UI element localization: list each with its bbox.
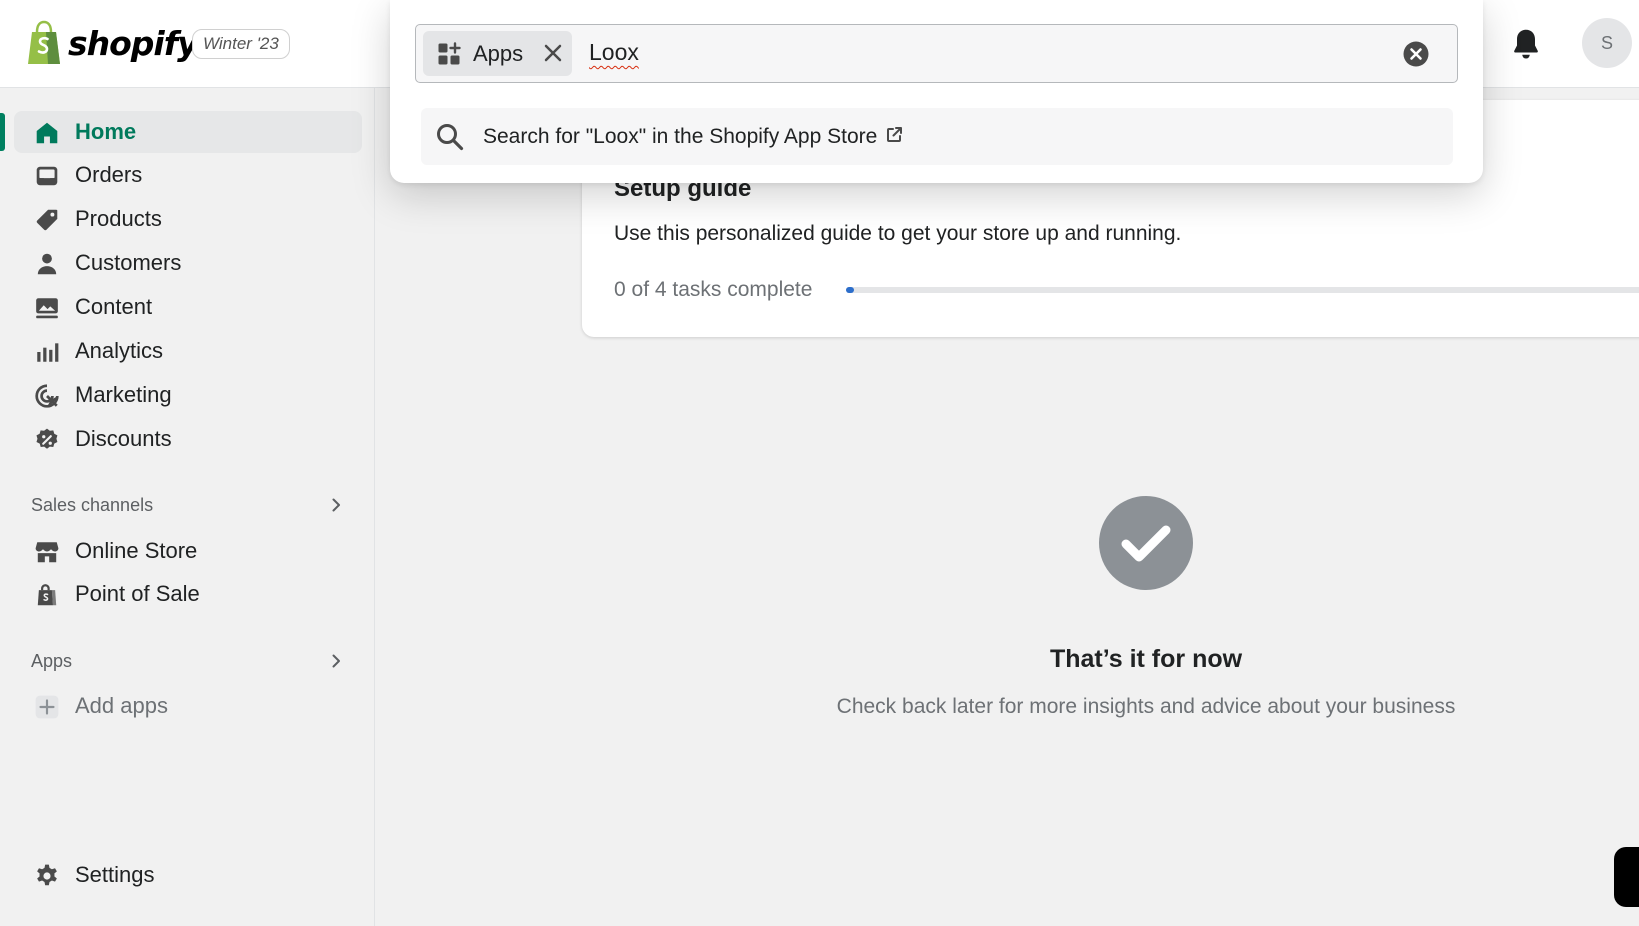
chevron-right-icon[interactable] bbox=[326, 495, 346, 515]
close-icon[interactable] bbox=[541, 41, 565, 65]
progress-fill bbox=[846, 287, 855, 293]
sales-channels-header[interactable]: Sales channels bbox=[31, 490, 346, 520]
sidebar-item-marketing[interactable]: Marketing bbox=[14, 374, 362, 416]
sidebar-item-label: Products bbox=[75, 206, 162, 231]
sidebar-item-label: Marketing bbox=[75, 382, 172, 407]
sidebar-item-label: Settings bbox=[75, 862, 155, 887]
section-label: Sales channels bbox=[31, 494, 154, 515]
clear-search-icon[interactable] bbox=[1402, 40, 1430, 68]
search-dropdown: Apps Loox Search for "Loox" in the Shopi… bbox=[390, 0, 1483, 183]
brand-wordmark: shopify bbox=[68, 23, 199, 63]
checkmark-icon bbox=[1121, 525, 1171, 562]
sidebar-item-content[interactable]: Content bbox=[14, 286, 362, 328]
empty-state-check bbox=[1099, 496, 1193, 590]
sidebar-item-label: Analytics bbox=[75, 338, 164, 363]
sidebar-item-label: Content bbox=[75, 294, 153, 319]
apps-icon bbox=[438, 42, 461, 65]
image-icon bbox=[36, 298, 58, 319]
shopify-logo[interactable]: shopify bbox=[24, 20, 199, 66]
search-scope-label: Apps bbox=[473, 41, 524, 66]
sidebar-item-label: Point of Sale bbox=[75, 581, 200, 606]
sidebar-item-add-apps[interactable]: Add apps bbox=[14, 685, 362, 727]
discount-icon bbox=[36, 428, 58, 449]
section-label: Apps bbox=[31, 650, 73, 671]
external-link-icon bbox=[887, 127, 903, 142]
version-badge: Winter '23 bbox=[192, 29, 290, 59]
sidebar: Home Orders Products Customers Content A… bbox=[0, 88, 375, 926]
target-icon bbox=[35, 384, 59, 408]
progress-text: 0 of 4 tasks complete bbox=[614, 278, 813, 301]
plus-icon bbox=[35, 695, 59, 719]
sidebar-item-label: Orders bbox=[75, 162, 143, 187]
search-input[interactable]: Loox bbox=[589, 39, 639, 66]
sidebar-item-label: Home bbox=[75, 119, 137, 144]
bar-chart-icon bbox=[37, 343, 59, 362]
sidebar-item-label: Discounts bbox=[75, 426, 172, 451]
home-icon bbox=[36, 122, 58, 144]
sidebar-item-label: Customers bbox=[75, 250, 182, 275]
progress-bar bbox=[846, 287, 1639, 293]
search-scope-chip[interactable]: Apps bbox=[423, 31, 572, 76]
setup-guide-description: Use this personalized guide to get your … bbox=[614, 222, 1182, 245]
sidebar-item-customers[interactable]: Customers bbox=[14, 242, 362, 284]
inbox-icon bbox=[36, 166, 58, 186]
store-icon bbox=[35, 542, 59, 563]
sidebar-item-products[interactable]: Products bbox=[14, 198, 362, 240]
empty-state-title: That’s it for now bbox=[1049, 645, 1243, 673]
sidebar-item-settings[interactable]: Settings bbox=[14, 854, 362, 896]
search-field[interactable]: Apps Loox bbox=[415, 24, 1458, 83]
bell-icon[interactable] bbox=[1508, 26, 1544, 62]
chevron-right-icon[interactable] bbox=[326, 651, 346, 671]
sidebar-item-analytics[interactable]: Analytics bbox=[14, 330, 362, 372]
sidebar-item-discounts[interactable]: Discounts bbox=[14, 418, 362, 460]
sidebar-item-label: Online Store bbox=[75, 538, 198, 563]
sidebar-item-label: Add apps bbox=[75, 693, 168, 718]
person-icon bbox=[37, 253, 57, 275]
sidebar-item-home[interactable]: Home bbox=[0, 111, 362, 153]
tag-icon bbox=[36, 209, 58, 231]
apps-header[interactable]: Apps bbox=[31, 646, 346, 676]
bag-icon bbox=[37, 584, 57, 606]
search-result-app-store[interactable]: Search for "Loox" in the Shopify App Sto… bbox=[421, 108, 1453, 165]
chat-button[interactable] bbox=[1614, 847, 1639, 907]
empty-state-subtitle: Check back later for more insights and a… bbox=[836, 695, 1456, 718]
shopify-bag-icon bbox=[28, 20, 60, 64]
sidebar-item-orders[interactable]: Orders bbox=[14, 154, 362, 196]
search-icon bbox=[437, 124, 464, 151]
avatar[interactable]: S bbox=[1582, 18, 1632, 68]
gear-icon bbox=[37, 864, 57, 886]
sidebar-item-point-of-sale[interactable]: Point of Sale bbox=[14, 573, 362, 615]
sidebar-item-online-store[interactable]: Online Store bbox=[14, 530, 362, 572]
search-result-text: Search for "Loox" in the Shopify App Sto… bbox=[483, 125, 903, 149]
search-result-label: Search for "Loox" in the Shopify App Sto… bbox=[483, 125, 878, 148]
